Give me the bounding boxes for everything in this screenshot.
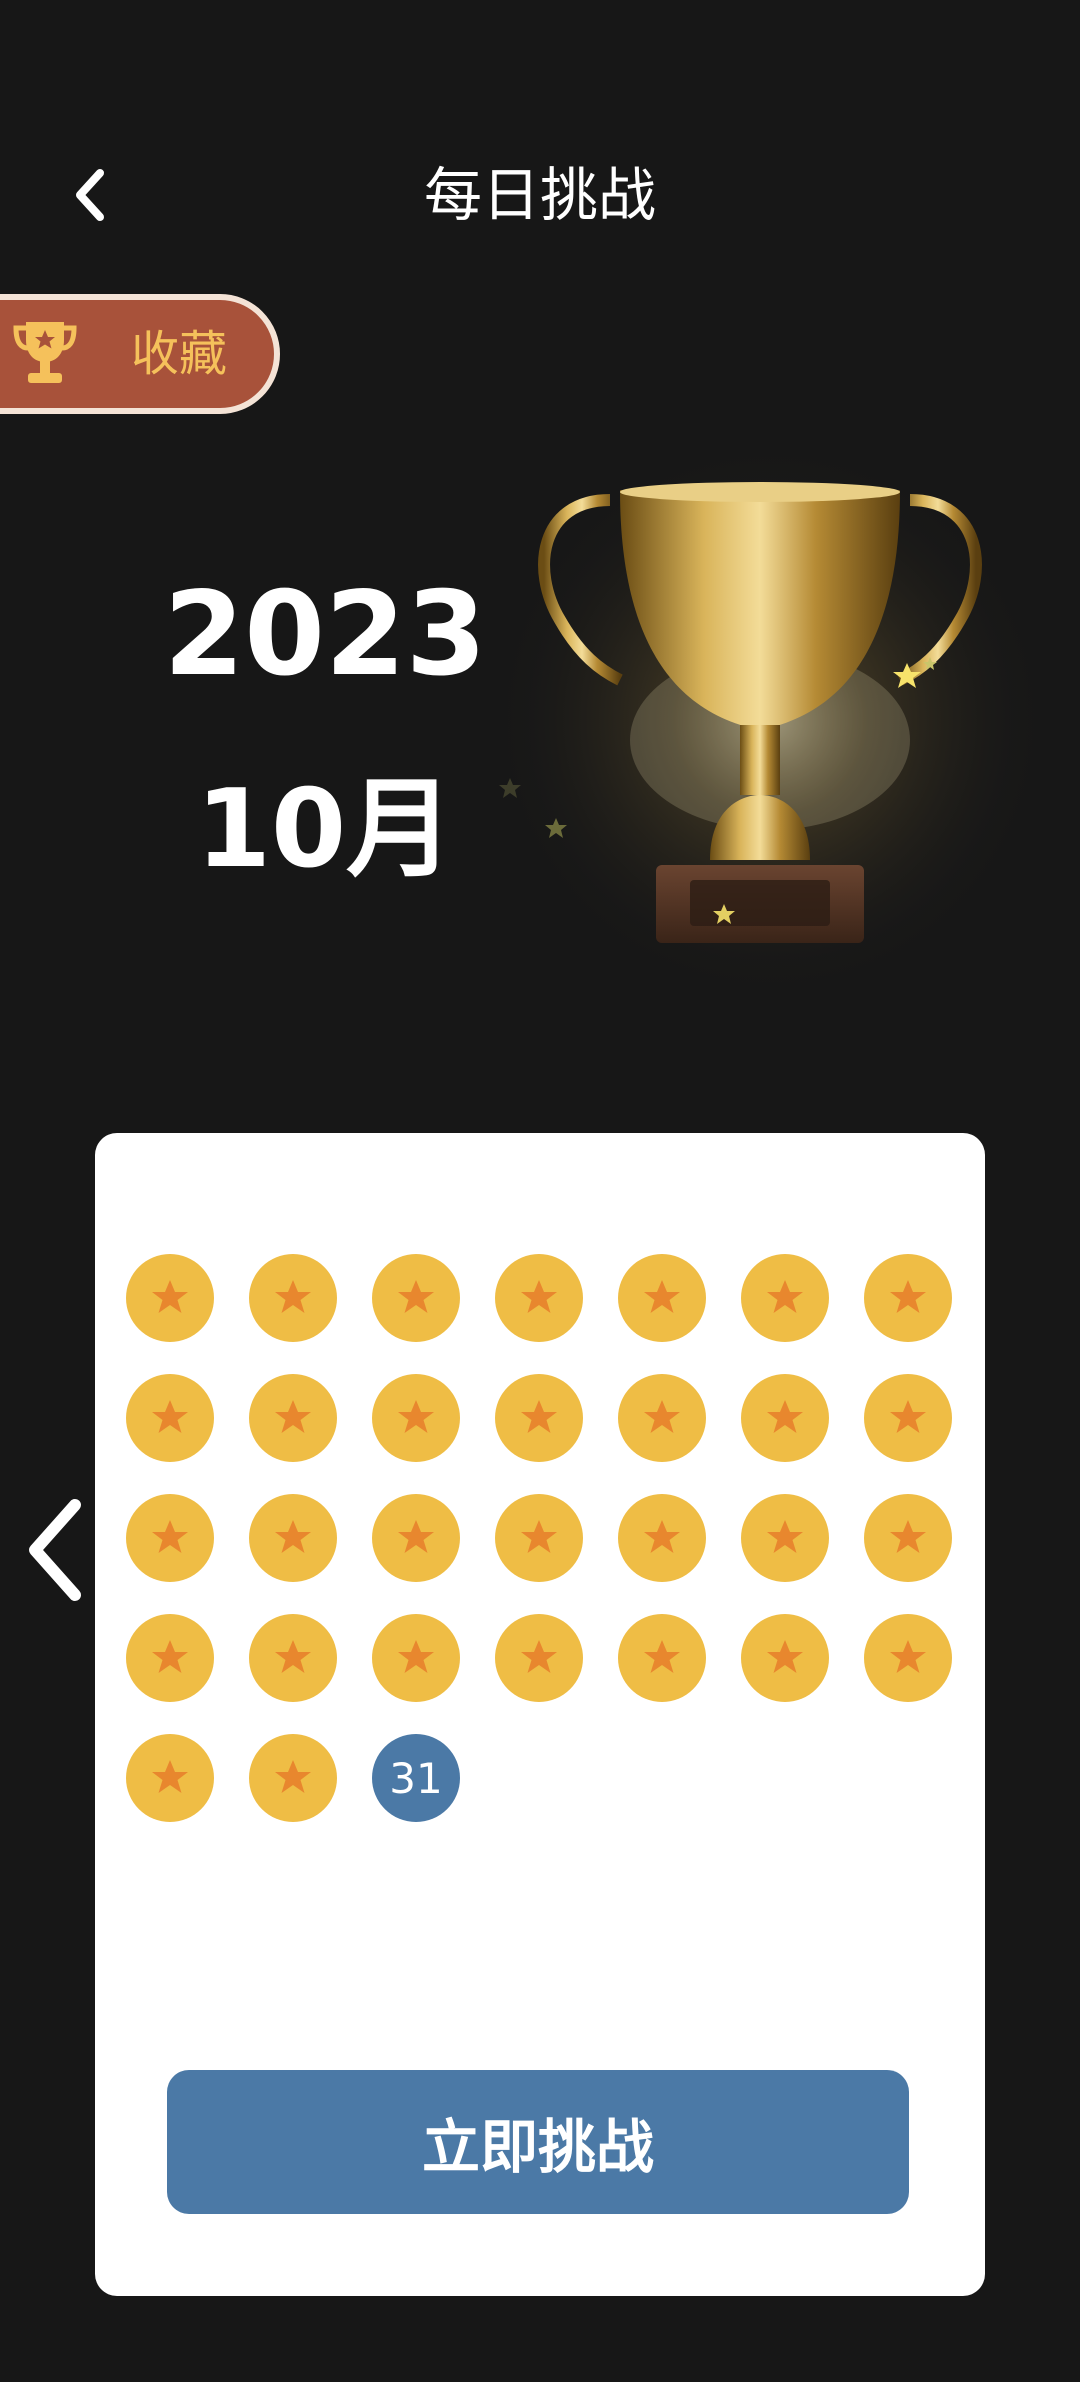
star-icon (398, 1640, 434, 1673)
star-icon (644, 1400, 680, 1433)
star-icon (152, 1760, 188, 1793)
calendar-day-completed[interactable] (741, 1254, 829, 1342)
star-icon (521, 1280, 557, 1313)
calendar-day-completed[interactable] (618, 1254, 706, 1342)
star-icon (767, 1520, 803, 1553)
star-icon (275, 1400, 311, 1433)
star-icon (767, 1280, 803, 1313)
top-bar: 每日挑战 (0, 0, 1080, 260)
calendar-day-completed[interactable] (495, 1494, 583, 1582)
calendar-day-completed[interactable] (864, 1254, 952, 1342)
calendar-day-completed[interactable] (618, 1494, 706, 1582)
calendar-day-completed[interactable] (372, 1254, 460, 1342)
month-label: 10月 (195, 767, 455, 892)
trophy-icon (13, 322, 77, 383)
collect-button[interactable]: 收藏 (0, 294, 280, 414)
challenge-button[interactable]: 立即挑战 (167, 2070, 909, 2214)
calendar-day-completed[interactable] (741, 1494, 829, 1582)
collect-label: 收藏 (131, 326, 228, 382)
calendar-day-completed[interactable] (864, 1614, 952, 1702)
star-icon (890, 1400, 926, 1433)
star-icon (152, 1520, 188, 1553)
year-label: 2023 (163, 567, 487, 702)
calendar-day-completed[interactable] (495, 1614, 583, 1702)
star-icon (890, 1520, 926, 1553)
calendar-day-completed[interactable] (126, 1254, 214, 1342)
star-icon (767, 1400, 803, 1433)
trophy-illustration (490, 440, 1050, 1000)
calendar-day-completed[interactable] (126, 1614, 214, 1702)
calendar-day-completed[interactable] (372, 1374, 460, 1462)
calendar-card: 31 立即挑战 (95, 1133, 985, 2296)
star-icon (521, 1400, 557, 1433)
calendar-day-completed[interactable] (864, 1494, 952, 1582)
star-icon (890, 1640, 926, 1673)
star-icon (767, 1640, 803, 1673)
star-icon (521, 1520, 557, 1553)
star-icon (275, 1520, 311, 1553)
star-icon (275, 1640, 311, 1673)
star-icon (398, 1400, 434, 1433)
calendar-day-completed[interactable] (249, 1614, 337, 1702)
star-icon (152, 1400, 188, 1433)
calendar-day-completed[interactable] (864, 1374, 952, 1462)
page-title: 每日挑战 (423, 161, 656, 229)
chevron-left-icon (29, 1499, 81, 1601)
star-icon (644, 1520, 680, 1553)
star-icon (644, 1280, 680, 1313)
calendar-day-today[interactable]: 31 (372, 1734, 460, 1822)
star-icon (275, 1760, 311, 1793)
calendar-day-completed[interactable] (372, 1494, 460, 1582)
prev-month-button[interactable] (15, 1490, 95, 1610)
star-icon (275, 1280, 311, 1313)
calendar-day-completed[interactable] (741, 1614, 829, 1702)
calendar-day-completed[interactable] (372, 1614, 460, 1702)
star-icon (644, 1640, 680, 1673)
calendar-day-completed[interactable] (249, 1254, 337, 1342)
star-icon (398, 1520, 434, 1553)
star-icon (152, 1280, 188, 1313)
star-icon (152, 1640, 188, 1673)
star-icon (521, 1640, 557, 1673)
calendar-day-completed[interactable] (495, 1254, 583, 1342)
calendar-day-completed[interactable] (741, 1374, 829, 1462)
calendar-day-completed[interactable] (495, 1374, 583, 1462)
calendar-day-completed[interactable] (126, 1494, 214, 1582)
calendar-day-completed[interactable] (249, 1734, 337, 1822)
calendar-day-completed[interactable] (249, 1494, 337, 1582)
star-icon (398, 1280, 434, 1313)
calendar-day-completed[interactable] (249, 1374, 337, 1462)
calendar-day-completed[interactable] (126, 1734, 214, 1822)
star-icon (890, 1280, 926, 1313)
calendar-day-completed[interactable] (618, 1614, 706, 1702)
calendar-day-completed[interactable] (618, 1374, 706, 1462)
calendar-day-completed[interactable] (126, 1374, 214, 1462)
